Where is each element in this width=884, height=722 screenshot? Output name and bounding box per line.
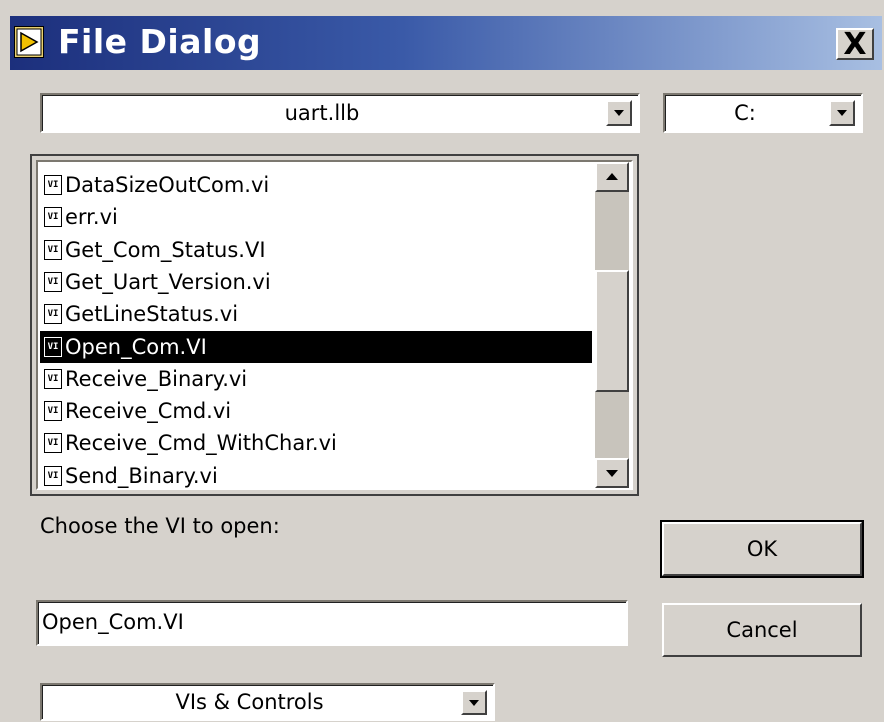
vi-file-icon: VI — [44, 433, 62, 454]
drive-dropdown-arrow-icon[interactable] — [829, 100, 855, 126]
file-dialog-window: File Dialog X uart.llb C: VI DataSizeOutC… — [0, 0, 884, 722]
file-list[interactable]: VI DataSizeOutCom.vi VI err.vi VI Get_Com_Sta… — [36, 160, 633, 490]
vi-file-icon: VI — [44, 271, 62, 292]
file-list-item-label: Receive_Cmd.vi — [65, 399, 232, 424]
vi-file-icon: VI — [44, 304, 62, 325]
file-list-item[interactable]: VI Receive_Cmd_WithChar.vi — [40, 427, 592, 459]
folder-dropdown-value: uart.llb — [284, 101, 360, 125]
scroll-up-arrow-icon[interactable] — [595, 162, 629, 192]
filename-input[interactable]: Open_Com.VI — [36, 600, 628, 646]
file-list-item-label: GetLineStatus.vi — [65, 302, 239, 327]
drive-dropdown[interactable]: C: — [663, 93, 863, 133]
vi-file-icon: VI — [44, 336, 62, 357]
file-list-item[interactable]: VI Receive_Cmd.vi — [40, 395, 592, 427]
file-type-filter-dropdown[interactable]: VIs & Controls — [40, 683, 495, 721]
file-list-item[interactable]: VI Receive_Binary.vi — [40, 363, 592, 395]
file-list-item-label: Get_Com_Status.VI — [65, 237, 266, 262]
title-bar[interactable]: File Dialog X — [10, 16, 882, 70]
file-list-item[interactable]: VI DataSizeOutCom.vi — [40, 169, 592, 201]
scroll-thumb[interactable] — [595, 270, 629, 392]
cancel-button[interactable]: Cancel — [662, 603, 862, 657]
close-button[interactable]: X — [836, 27, 874, 62]
file-list-item[interactable]: VI GetLineStatus.vi — [40, 298, 592, 330]
file-list-item[interactable]: VI Send_Binary.vi — [40, 460, 592, 488]
file-list-item[interactable]: VI Get_Uart_Version.vi — [40, 266, 592, 298]
scroll-down-arrow-icon[interactable] — [595, 458, 629, 488]
file-list-item[interactable]: VI Open_Com.VI — [40, 330, 592, 363]
file-type-filter-value: VIs & Controls — [175, 690, 324, 714]
vi-file-icon: VI — [44, 401, 62, 422]
filename-input-value: Open_Com.VI — [42, 610, 184, 634]
close-icon: X — [843, 27, 867, 62]
folder-dropdown[interactable]: uart.llb — [40, 93, 640, 133]
file-list-item[interactable]: VI Get_Com_Status.VI — [40, 234, 592, 266]
file-list-item-label: Open_Com.VI — [65, 334, 207, 359]
file-list-item-label: Send_Binary.vi — [65, 463, 218, 488]
vi-file-icon: VI — [44, 207, 62, 228]
file-type-filter-arrow-icon[interactable] — [461, 690, 487, 715]
vi-file-icon: VI — [44, 465, 62, 486]
file-list-scrollbar[interactable] — [595, 162, 629, 488]
choose-vi-label: Choose the VI to open: — [40, 514, 280, 538]
labview-app-icon — [14, 26, 44, 58]
vi-file-icon: VI — [44, 175, 62, 195]
file-list-item[interactable]: VI err.vi — [40, 201, 592, 233]
ok-button[interactable]: OK — [660, 520, 864, 578]
file-list-item-label: DataSizeOutCom.vi — [65, 173, 270, 197]
file-list-item-label: Receive_Cmd_WithChar.vi — [65, 431, 337, 456]
vi-file-icon: VI — [44, 368, 62, 389]
file-list-item-label: Receive_Binary.vi — [65, 366, 248, 391]
vi-file-icon: VI — [44, 239, 62, 260]
file-list-item-label: err.vi — [65, 205, 118, 230]
file-list-item-label: Get_Uart_Version.vi — [65, 269, 271, 294]
folder-dropdown-arrow-icon[interactable] — [606, 100, 632, 126]
drive-dropdown-value: C: — [734, 101, 756, 125]
file-list-frame: VI DataSizeOutCom.vi VI err.vi VI Get_Com_Sta… — [30, 154, 639, 496]
window-title: File Dialog — [58, 22, 262, 61]
